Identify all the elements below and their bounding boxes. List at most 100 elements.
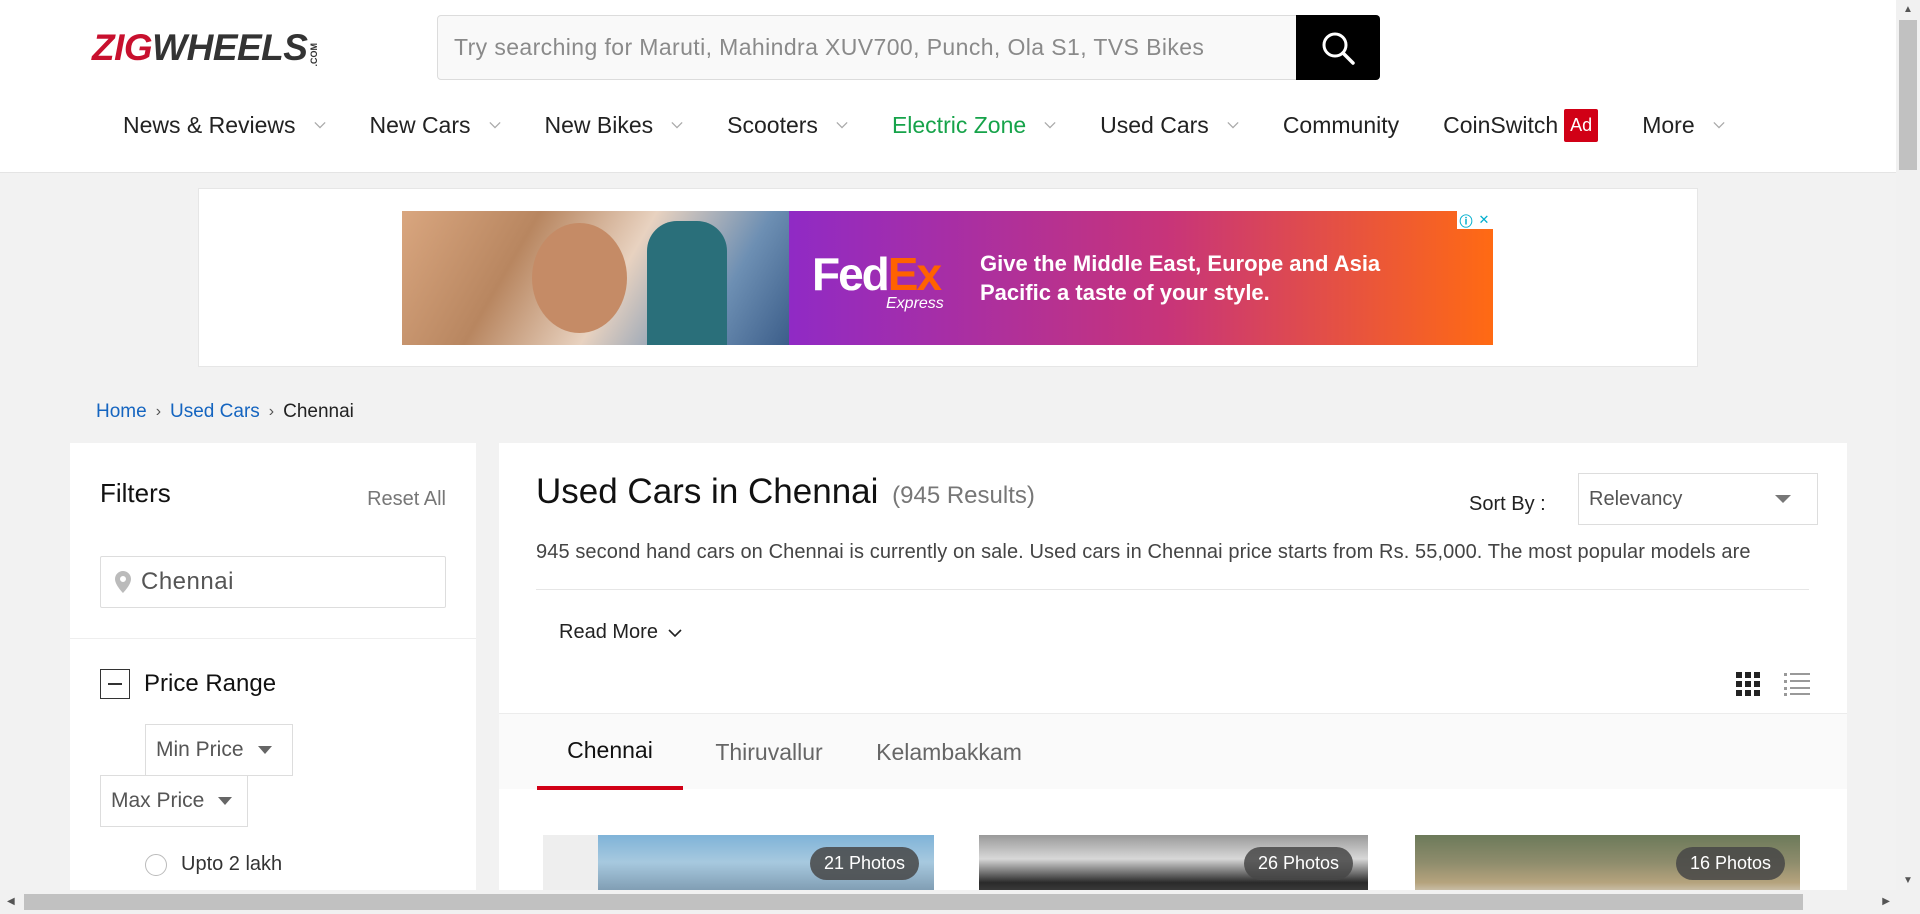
radio-button[interactable] <box>145 853 167 876</box>
location-field[interactable] <box>100 556 446 608</box>
chevron-down-icon <box>836 121 848 129</box>
ad-badge: Ad <box>1564 108 1599 142</box>
page-title-text: Used Cars in Chennai <box>536 472 879 511</box>
nav-item-coinswitch[interactable]: CoinSwitch Ad <box>1443 108 1599 142</box>
grid-view-icon[interactable] <box>1736 672 1760 696</box>
search-icon <box>1322 32 1355 65</box>
breadcrumb: Home › Used Cars › Chennai <box>96 401 354 423</box>
chevron-down-icon <box>668 628 682 637</box>
chevron-down-icon <box>313 121 326 129</box>
breadcrumb-used-cars[interactable]: Used Cars <box>170 401 260 423</box>
sort-by-value: Relevancy <box>1589 487 1683 510</box>
chevron-down-icon <box>1227 121 1239 129</box>
sort-by-label: Sort By : <box>1469 493 1546 515</box>
nav-item-label: More <box>1642 111 1695 138</box>
nav-item-label: News & Reviews <box>123 111 296 138</box>
close-icon[interactable]: ✕ <box>1475 211 1493 229</box>
ad-photo <box>402 211 789 345</box>
nav-item-label: Used Cars <box>1100 111 1209 138</box>
ad-photo-mannequin <box>647 221 727 345</box>
scroll-right-icon[interactable]: ▶ <box>1882 896 1890 907</box>
zigwheels-logo[interactable]: ZIGWHEELS .COM <box>92 27 320 68</box>
list-view-icon[interactable] <box>1784 672 1810 696</box>
price-range-toggle[interactable]: Price Range <box>100 669 276 699</box>
tab-kelambakkam[interactable]: Kelambakkam <box>859 714 1039 790</box>
horizontal-scroll-thumb[interactable] <box>24 894 1803 910</box>
tab-chennai[interactable]: Chennai <box>537 714 683 790</box>
max-price-label: Max Price <box>111 789 205 812</box>
nav-item-used-cars[interactable]: Used Cars <box>1100 112 1239 139</box>
search-button[interactable] <box>1296 15 1380 80</box>
ad-container: FedEx Express Give the Middle East, Euro… <box>198 188 1698 367</box>
site-header: ZIGWHEELS .COM News & ReviewsNew CarsNew… <box>0 0 1896 173</box>
filters-title: Filters <box>100 478 171 508</box>
chevron-down-icon <box>1713 121 1725 129</box>
location-tabs: Chennai Thiruvallur Kelambakkam <box>499 713 1847 790</box>
chevron-down-icon <box>671 121 683 129</box>
nav-item-new-bikes[interactable]: New Bikes <box>545 112 684 139</box>
nav-item-new-cars[interactable]: New Cars <box>370 112 501 139</box>
fedex-ad-banner[interactable]: FedEx Express Give the Middle East, Euro… <box>402 211 1493 345</box>
breadcrumb-separator: › <box>155 403 162 420</box>
read-more-button[interactable]: Read More <box>559 621 682 644</box>
search-input[interactable] <box>438 16 1296 79</box>
sort-by-select[interactable]: Relevancy <box>1578 473 1818 525</box>
nav-item-community[interactable]: Community <box>1283 112 1399 139</box>
ad-controls: ⓘ ✕ <box>1457 211 1493 229</box>
price-range-label: Price Range <box>144 670 277 697</box>
min-price-select[interactable]: Min Price <box>145 724 293 776</box>
collapse-icon <box>100 669 130 699</box>
read-more-label: Read More <box>559 621 658 643</box>
search-bar <box>437 15 1380 80</box>
nav-item-label: New Bikes <box>544 111 654 138</box>
nav-item-electric-zone[interactable]: Electric Zone <box>892 112 1056 139</box>
chevron-down-icon <box>1044 121 1056 129</box>
nav-item-label: New Cars <box>369 111 471 138</box>
max-price-select[interactable]: Max Price <box>100 775 248 827</box>
breadcrumb-separator: › <box>268 403 275 420</box>
scroll-left-icon[interactable]: ◀ <box>7 896 15 907</box>
nav-item-label: Scooters <box>727 111 818 138</box>
main-nav: News & Reviews New Cars New Bikes Scooters E… <box>123 102 1769 148</box>
location-pin-icon <box>115 571 131 593</box>
photo-count-badge: 16 Photos <box>1675 847 1785 880</box>
nav-item-more[interactable]: More <box>1642 111 1725 139</box>
reset-all-button[interactable]: Reset All <box>367 488 446 511</box>
info-icon[interactable]: ⓘ <box>1457 211 1475 229</box>
vertical-scroll-thumb[interactable] <box>1899 20 1917 170</box>
photo-count-badge: 26 Photos <box>1243 847 1353 880</box>
nav-item-scooters[interactable]: Scooters <box>727 112 848 139</box>
nav-item-label: CoinSwitch <box>1443 111 1559 138</box>
results-description: 945 second hand cars on Chennai is curre… <box>536 541 1751 563</box>
logo-wordmark: ZIGWHEELS <box>92 27 308 68</box>
nav-item-label: Electric Zone <box>891 111 1027 138</box>
scroll-down-icon[interactable]: ▼ <box>1903 875 1913 886</box>
breadcrumb-home[interactable]: Home <box>96 401 147 423</box>
caret-down-icon <box>218 797 233 805</box>
nav-item-label: Community <box>1282 111 1400 138</box>
price-option-upto-2-lakh[interactable]: Upto 2 lakh <box>145 853 282 876</box>
breadcrumb-current: Chennai <box>283 401 354 422</box>
fedex-logo: FedEx <box>812 248 942 300</box>
results-count: (945 Results) <box>892 482 1035 509</box>
page-title: Used Cars in Chennai (945 Results) <box>536 472 1035 512</box>
results-panel: Used Cars in Chennai (945 Results) Sort … <box>499 443 1847 903</box>
filter-divider <box>70 638 476 639</box>
horizontal-scrollbar[interactable]: ◀ ▶ <box>0 890 1920 914</box>
price-option-label: Upto 2 lakh <box>181 853 283 875</box>
filters-panel: Filters Reset All Price Range Min Price … <box>70 443 476 903</box>
scroll-up-icon[interactable]: ▲ <box>1903 4 1913 15</box>
tab-thiruvallur[interactable]: Thiruvallur <box>699 714 839 790</box>
logo-com: .COM <box>309 42 320 67</box>
ad-copy: Give the Middle East, Europe and Asia Pa… <box>980 251 1381 305</box>
caret-down-icon <box>1775 495 1791 503</box>
vertical-scrollbar[interactable]: ▲ ▼ <box>1896 0 1920 890</box>
fedex-express-label: Express <box>886 295 944 312</box>
caret-down-icon <box>257 746 272 754</box>
photo-count-badge: 21 Photos <box>809 847 919 880</box>
description-divider <box>536 589 1809 590</box>
location-input[interactable] <box>131 568 411 596</box>
min-price-label: Min Price <box>156 738 244 761</box>
nav-item-news-reviews[interactable]: News & Reviews <box>123 112 326 139</box>
chevron-down-icon <box>488 121 501 129</box>
